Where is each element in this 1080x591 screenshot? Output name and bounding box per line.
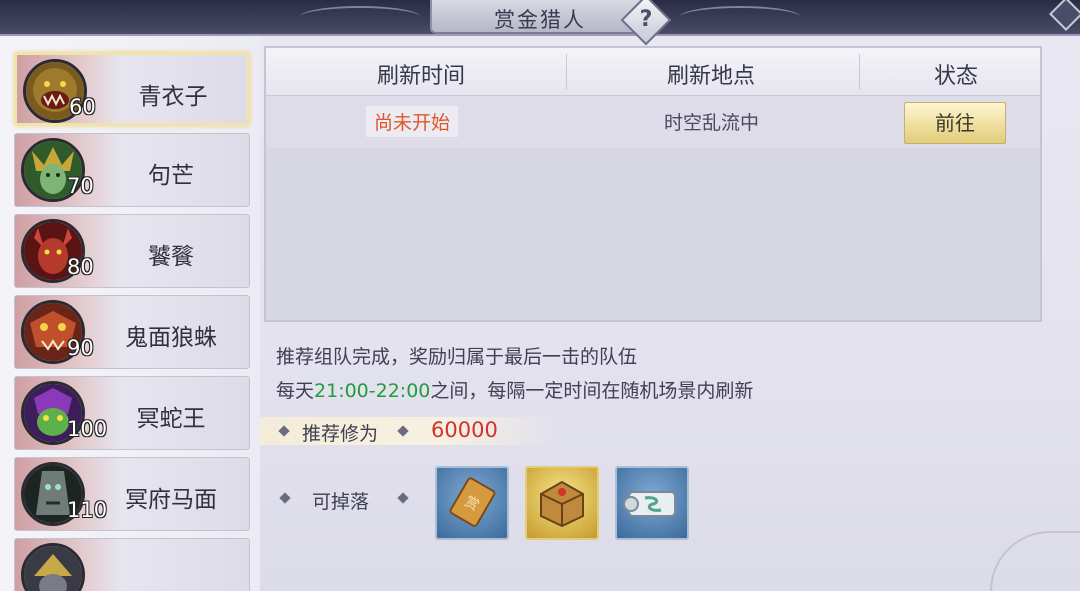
diamond-bullet-icon (397, 492, 409, 504)
drop-item-scroll[interactable] (615, 466, 689, 540)
info-line-1: 推荐组队完成，奖励归属于最后一击的队伍 (276, 346, 638, 368)
title-bar: 赏金猎人 ? (0, 0, 1080, 46)
title-plate: 赏金猎人 (430, 0, 650, 34)
boss-level: 60 (69, 95, 96, 119)
refresh-status: 尚未开始 (366, 106, 459, 137)
boss-item[interactable]: 90 鬼面狼蛛 (14, 295, 250, 369)
boss-name: 鬼面狼蛛 (125, 325, 217, 351)
recommend-label: 推荐修为 (302, 423, 379, 445)
table-header: 刷新时间 刷新地点 状态 (266, 48, 1040, 96)
column-divider (859, 54, 860, 90)
boss-name: 冥蛇王 (136, 406, 206, 432)
title-ornament (680, 6, 800, 28)
boss-item[interactable] (14, 538, 250, 591)
header-refresh-time: 刷新时间 (376, 64, 465, 89)
drop-label: 可掉落 (312, 491, 370, 513)
boss-list[interactable]: 60 青衣子 70 句芒 80 饕餮 90 鬼面狼蛛 100 冥蛇王 110 冥… (0, 36, 260, 591)
page-title: 赏金猎人 (494, 8, 586, 32)
boss-name: 饕餮 (148, 244, 194, 270)
diamond-bullet-icon (279, 492, 291, 504)
info-line-2: 每天21:00-22:00之间，每隔一定时间在随机场景内刷新 (276, 376, 753, 403)
armored-portrait-icon (21, 543, 85, 591)
boss-level: 80 (67, 255, 94, 279)
header-status: 状态 (933, 64, 978, 89)
boss-name: 句芒 (148, 163, 194, 189)
drop-item-bounty-token[interactable]: 赏 (435, 466, 509, 540)
boss-item[interactable]: 110 冥府马面 (14, 457, 250, 531)
boss-name: 青衣子 (138, 84, 208, 110)
boss-name: 冥府马面 (125, 487, 217, 513)
bounty-token-icon: 赏 (449, 477, 496, 527)
boss-item[interactable]: 70 句芒 (14, 133, 250, 207)
refresh-table: 刷新时间 刷新地点 状态 尚未开始 时空乱流中 前往 (264, 46, 1042, 322)
corner-ornament (990, 531, 1080, 591)
help-icon: ? (639, 7, 653, 32)
close-ornament-icon[interactable] (1049, 0, 1080, 31)
boss-level: 70 (67, 174, 94, 198)
scroll-icon (623, 491, 676, 517)
treasure-chest-icon (540, 480, 584, 528)
recommend-value: 60000 (431, 418, 498, 442)
go-button[interactable]: 前往 (904, 102, 1006, 144)
schedule-time: 21:00-22:00 (314, 380, 431, 402)
table-row: 尚未开始 时空乱流中 前往 (266, 96, 1040, 148)
drop-item-treasure-chest[interactable] (525, 466, 599, 540)
header-refresh-location: 刷新地点 (666, 64, 755, 89)
info-line-2-suffix: 之间，每隔一定时间在随机场景内刷新 (430, 380, 754, 402)
boss-item[interactable]: 100 冥蛇王 (14, 376, 250, 450)
boss-item[interactable]: 80 饕餮 (14, 214, 250, 288)
refresh-location: 时空乱流中 (664, 112, 760, 134)
title-ornament (300, 6, 420, 28)
column-divider (566, 54, 567, 90)
boss-item[interactable]: 60 青衣子 (14, 52, 250, 126)
boss-level: 90 (67, 336, 94, 360)
info-line-2-prefix: 每天 (276, 380, 315, 402)
